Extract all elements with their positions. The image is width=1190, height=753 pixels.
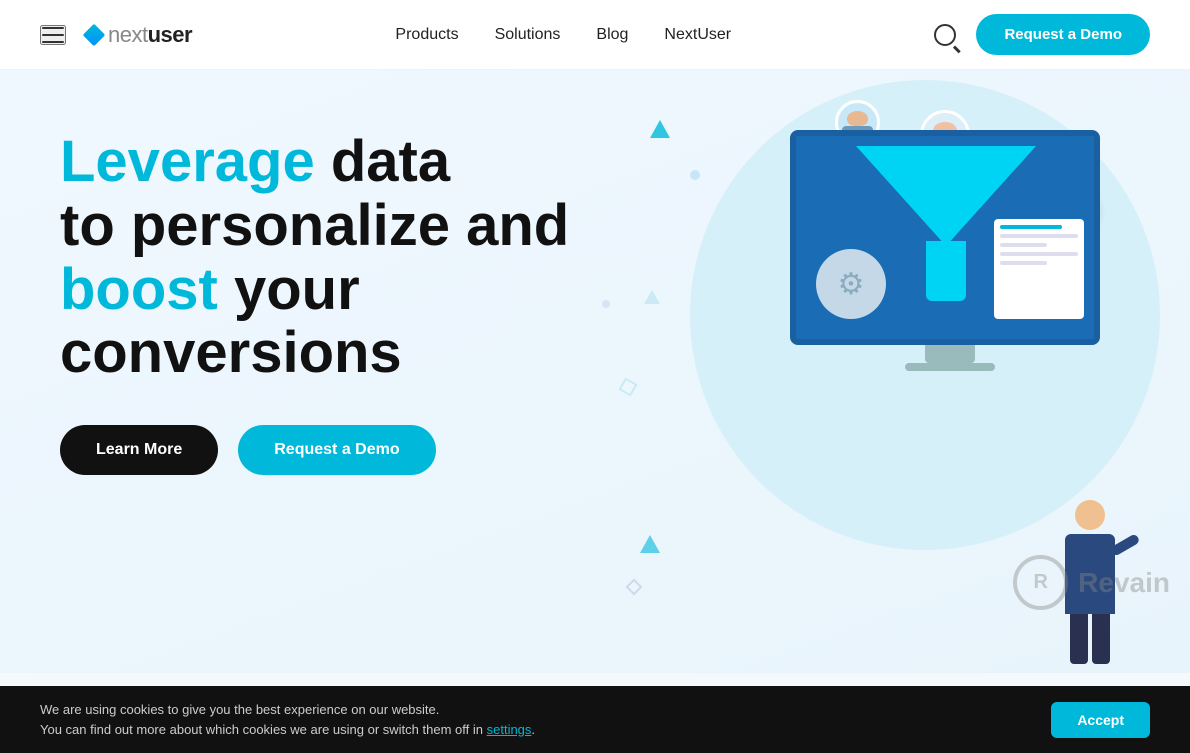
logo-icon <box>83 23 106 46</box>
nav-nextuser[interactable]: NextUser <box>664 26 731 44</box>
cookie-line-1: We are using cookies to give you the bes… <box>40 702 439 717</box>
nav-blog[interactable]: Blog <box>596 26 628 44</box>
header-right: Request a Demo <box>934 14 1150 55</box>
doc-line-2 <box>1000 234 1078 238</box>
hero-title-highlight: Leverage <box>60 129 315 194</box>
hero-section: Leverage data to personalize and boost y… <box>0 70 1190 673</box>
document <box>994 219 1084 319</box>
learn-more-button[interactable]: Learn More <box>60 425 218 475</box>
doc-line-1 <box>1000 225 1062 229</box>
hamburger-menu[interactable] <box>40 25 66 45</box>
nav-products[interactable]: Products <box>395 26 458 44</box>
monitor: ⚙ <box>790 130 1110 380</box>
cookie-settings-link[interactable]: settings <box>487 722 532 737</box>
person-arm <box>1110 533 1141 557</box>
revain-text: Revain <box>1078 567 1170 599</box>
nav-solutions[interactable]: Solutions <box>495 26 561 44</box>
person-head <box>1075 500 1105 530</box>
search-button[interactable] <box>934 24 956 46</box>
logo-text: nextuser <box>108 22 192 48</box>
revain-watermark: R Revain <box>1013 555 1170 610</box>
doc-line-5 <box>1000 261 1047 265</box>
header-left: nextuser <box>40 22 192 48</box>
hero-title-boost: boost <box>60 257 218 322</box>
hero-demo-button[interactable]: Request a Demo <box>238 425 435 475</box>
person-leg-right <box>1092 614 1110 664</box>
person-leg-left <box>1070 614 1088 664</box>
person-legs <box>1050 614 1130 664</box>
header-demo-button[interactable]: Request a Demo <box>976 14 1150 55</box>
revain-logo: R <box>1013 555 1068 610</box>
monitor-screen: ⚙ <box>790 130 1100 345</box>
cookie-line-2: You can find out more about which cookie… <box>40 722 483 737</box>
accept-cookies-button[interactable]: Accept <box>1051 702 1150 738</box>
gear-icon: ⚙ <box>816 249 886 319</box>
logo[interactable]: nextuser <box>86 22 192 48</box>
monitor-base <box>905 363 995 371</box>
hero-illustration: ✓ ✓ 🛒 📍 ↗ <box>610 70 1190 673</box>
doc-line-4 <box>1000 252 1078 256</box>
main-nav: Products Solutions Blog NextUser <box>395 26 731 44</box>
doc-line-3 <box>1000 243 1047 247</box>
hero-content: Leverage data to personalize and boost y… <box>60 130 620 475</box>
funnel-bottom <box>926 241 966 301</box>
cookie-banner: We are using cookies to give you the bes… <box>0 686 1190 753</box>
hero-title: Leverage data to personalize and boost y… <box>60 130 620 385</box>
cookie-message: We are using cookies to give you the bes… <box>40 700 535 739</box>
search-icon <box>934 24 956 46</box>
header: nextuser Products Solutions Blog NextUse… <box>0 0 1190 70</box>
monitor-stand <box>925 345 975 363</box>
hero-buttons: Learn More Request a Demo <box>60 425 620 475</box>
